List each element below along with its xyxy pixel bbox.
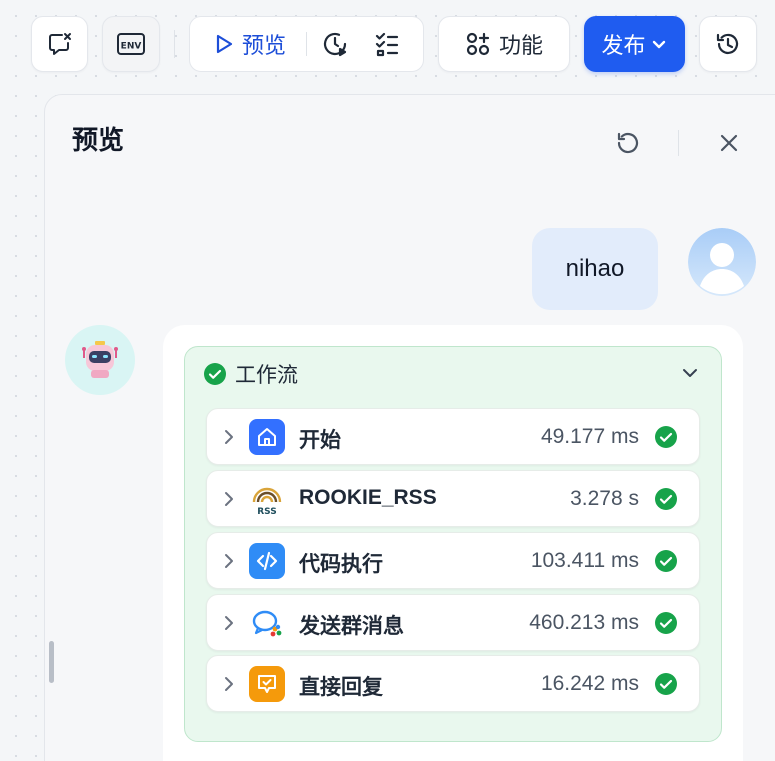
check-circle-icon — [204, 363, 226, 385]
close-button[interactable] — [716, 130, 742, 161]
code-icon — [249, 543, 285, 579]
step-name: 开始 — [299, 429, 341, 452]
chevron-right-icon — [225, 554, 233, 568]
step-duration: 16.242 ms — [540, 672, 639, 695]
robot-icon — [82, 341, 118, 378]
check-circle-icon — [655, 550, 677, 572]
chevron-right-icon — [225, 677, 233, 691]
refresh-button[interactable] — [613, 128, 643, 163]
step-name: ROOKIE_RSS — [299, 486, 437, 509]
home-icon — [249, 419, 285, 455]
workflow-step[interactable]: 代码执行 103.411 ms — [206, 532, 700, 589]
wecom-icon — [249, 605, 285, 641]
preview-label: 预览 — [242, 33, 287, 58]
chevron-right-icon — [225, 616, 233, 630]
user-message-text: nihao — [565, 255, 625, 282]
chevron-right-icon — [225, 430, 233, 444]
header-divider — [678, 130, 679, 156]
rss-icon: RSS — [249, 481, 285, 517]
play-icon — [216, 34, 233, 54]
check-circle-icon — [655, 612, 677, 634]
publish-button[interactable]: 发布 — [584, 16, 685, 72]
version-history-button[interactable] — [699, 16, 757, 72]
step-duration: 49.177 ms — [540, 425, 639, 448]
workflow-step[interactable]: RSS ROOKIE_RSS 3.278 s — [206, 470, 700, 527]
workflow-step[interactable]: 开始 49.177 ms — [206, 408, 700, 465]
check-circle-icon — [655, 488, 677, 510]
apps-add-icon — [466, 32, 490, 56]
refresh-icon — [617, 132, 639, 154]
svg-text:RSS: RSS — [257, 507, 277, 516]
check-circle-icon — [655, 673, 677, 695]
chat-clear-icon — [48, 33, 71, 55]
preview-button[interactable]: 预览 — [190, 17, 286, 71]
preview-group: 预览 — [189, 16, 424, 72]
check-circle-icon — [655, 426, 677, 448]
close-icon — [720, 134, 738, 152]
workflow-step[interactable]: 发送群消息 460.213 ms — [206, 594, 700, 651]
debug-history-button[interactable] — [307, 17, 363, 71]
workflow-collapse-button[interactable] — [679, 362, 701, 389]
function-label: 功能 — [498, 33, 543, 58]
chevron-down-icon — [683, 369, 697, 377]
chevron-right-icon — [225, 492, 233, 506]
step-duration: 3.278 s — [570, 487, 639, 510]
step-name: 直接回复 — [299, 676, 383, 699]
chevron-down-icon — [652, 40, 665, 49]
checklist-button[interactable] — [363, 17, 411, 71]
step-name: 发送群消息 — [299, 615, 404, 638]
workflow-step[interactable]: 直接回复 16.242 ms — [206, 655, 700, 712]
clear-chat-button[interactable] — [31, 16, 88, 72]
clock-play-icon — [323, 32, 347, 57]
step-duration: 460.213 ms — [529, 611, 639, 634]
bot-avatar — [65, 325, 135, 395]
workflow-title: 工作流 — [235, 364, 298, 387]
user-message-bubble: nihao — [532, 228, 658, 310]
env-button[interactable]: ENV — [102, 16, 160, 72]
history-icon — [716, 33, 739, 54]
checklist-icon — [375, 32, 399, 57]
function-button[interactable]: 功能 — [438, 16, 570, 72]
step-name: 代码执行 — [299, 553, 383, 576]
publish-label: 发布 — [601, 33, 646, 58]
user-avatar — [688, 228, 756, 296]
svg-text:ENV: ENV — [121, 42, 142, 52]
env-icon: ENV — [117, 33, 145, 55]
page-title: 预览 — [72, 125, 125, 155]
workflow-header[interactable]: 工作流 — [204, 360, 298, 388]
reply-icon — [249, 666, 285, 702]
scrollbar-thumb[interactable] — [49, 641, 54, 683]
step-duration: 103.411 ms — [530, 549, 639, 572]
toolbar-divider — [174, 30, 175, 58]
